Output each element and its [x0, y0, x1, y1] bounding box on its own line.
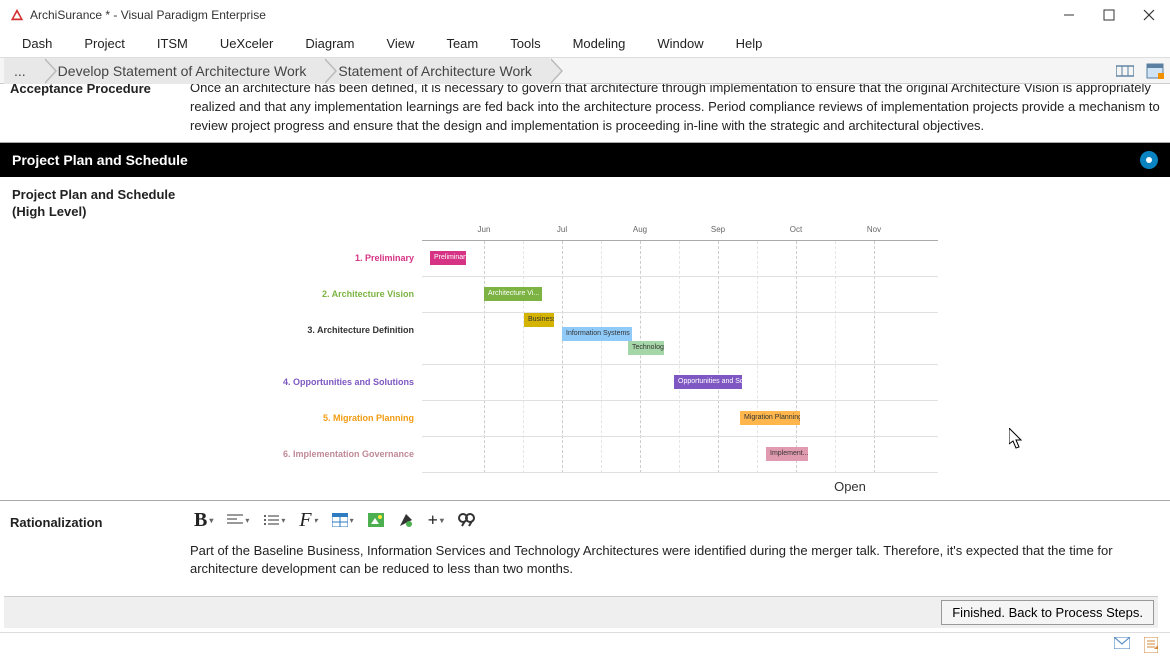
bottom-bar: Finished. Back to Process Steps. [4, 596, 1158, 628]
list-button[interactable]: ▾ [259, 511, 289, 529]
gantt-row-label: 1. Preliminary [246, 253, 414, 263]
gantt-task[interactable]: Preliminary [430, 251, 466, 265]
menu-item-window[interactable]: Window [643, 32, 717, 55]
editor-toolbar: B▾ ▾ ▾ F▾ ▾ +▾ [190, 507, 1160, 534]
menu-item-uexceler[interactable]: UeXceler [206, 32, 287, 55]
menu-item-tools[interactable]: Tools [496, 32, 554, 55]
close-button[interactable] [1138, 4, 1160, 26]
main-content: Acceptance Procedure Once an architectur… [0, 84, 1170, 626]
statusbar [0, 632, 1170, 656]
gantt-row-label: 5. Migration Planning [246, 413, 414, 423]
menu-item-itsm[interactable]: ITSM [143, 32, 202, 55]
month-label: Jun [478, 225, 491, 234]
table-button[interactable]: ▾ [328, 511, 358, 529]
gantt-row: 1. PreliminaryPreliminary [422, 241, 938, 277]
gantt-row: 5. Migration PlanningMigration Planning [422, 401, 938, 437]
gantt-row: 3. Architecture DefinitionBusinessInform… [422, 313, 938, 365]
window-title: ArchiSurance * - Visual Paradigm Enterpr… [30, 8, 1058, 22]
section-header-plan: Project Plan and Schedule [0, 143, 1170, 177]
section-header-text: Project Plan and Schedule [12, 152, 188, 168]
bold-button[interactable]: B▾ [190, 507, 217, 534]
maximize-button[interactable] [1098, 4, 1120, 26]
align-button[interactable]: ▾ [223, 511, 253, 529]
month-label: Aug [633, 225, 647, 234]
plan-title: Project Plan and Schedule [12, 187, 1158, 202]
note-icon[interactable] [1144, 637, 1160, 653]
month-label: Sep [711, 225, 725, 234]
image-button[interactable] [364, 511, 388, 529]
gantt-row-label: 2. Architecture Vision [246, 289, 414, 299]
gantt-task[interactable]: Information Systems [562, 327, 632, 341]
rationalization-row: Rationalization B▾ ▾ ▾ F▾ ▾ [0, 500, 1170, 590]
finish-button[interactable]: Finished. Back to Process Steps. [941, 600, 1154, 625]
plan-subtitle: (High Level) [12, 204, 1158, 219]
plan-section: Project Plan and Schedule (High Level) J… [0, 177, 1170, 500]
font-button[interactable]: F▾ [295, 507, 321, 534]
acceptance-label: Acceptance Procedure [10, 84, 190, 136]
shape-button[interactable] [394, 510, 418, 530]
gantt-row-label: 3. Architecture Definition [246, 325, 414, 335]
pin-icon[interactable] [1140, 151, 1158, 169]
gantt-header: Jun Jul Aug Sep Oct Nov [422, 225, 938, 241]
find-button[interactable] [454, 510, 480, 530]
gantt-row-label: 4. Opportunities and Solutions [246, 377, 414, 387]
month-label: Oct [790, 225, 802, 234]
gantt-row: 4. Opportunities and SolutionsOpportunit… [422, 365, 938, 401]
titlebar: ArchiSurance * - Visual Paradigm Enterpr… [0, 0, 1170, 30]
minimize-button[interactable] [1058, 4, 1080, 26]
rationalization-label: Rationalization [10, 507, 190, 580]
gantt-task[interactable]: Technology [628, 341, 664, 355]
open-link[interactable]: Open [542, 473, 1158, 494]
gantt-chart: Jun Jul Aug Sep Oct Nov 1. PreliminaryPrelimi… [422, 225, 938, 473]
breadcrumb-item-statement[interactable]: Statement of Architecture Work [316, 58, 550, 84]
gantt-task[interactable]: Opportunities and So... [674, 375, 742, 389]
gantt-row: 2. Architecture VisionArchitecture Vi... [422, 277, 938, 313]
acceptance-procedure-row: Acceptance Procedure Once an architectur… [0, 84, 1170, 143]
acceptance-text: Once an architecture has been defined, i… [190, 84, 1160, 136]
mail-icon[interactable] [1114, 637, 1130, 653]
gantt-row: 6. Implementation GovernanceImplement... [422, 437, 938, 473]
breadcrumb-bar: ... Develop Statement of Architecture Wo… [0, 58, 1170, 84]
breadcrumb-item-develop[interactable]: Develop Statement of Architecture Work [36, 58, 325, 84]
menu-item-diagram[interactable]: Diagram [291, 32, 368, 55]
month-label: Jul [557, 225, 567, 234]
menu-item-view[interactable]: View [372, 32, 428, 55]
menu-item-modeling[interactable]: Modeling [559, 32, 640, 55]
app-icon [10, 8, 24, 22]
window-controls [1058, 4, 1160, 26]
gantt-task[interactable]: Migration Planning [740, 411, 800, 425]
month-label: Nov [867, 225, 881, 234]
gantt-task[interactable]: Business [524, 313, 554, 327]
menu-item-team[interactable]: Team [432, 32, 492, 55]
gantt-task[interactable]: Architecture Vi... [484, 287, 542, 301]
menu-item-dash[interactable]: Dash [8, 32, 66, 55]
menubar: DashProjectITSMUeXcelerDiagramViewTeamTo… [0, 30, 1170, 58]
gantt-task[interactable]: Implement... [766, 447, 808, 461]
layout-icon[interactable] [1114, 60, 1136, 82]
gantt-row-label: 6. Implementation Governance [246, 449, 414, 459]
menu-item-project[interactable]: Project [70, 32, 138, 55]
rationalization-text: Part of the Baseline Business, Informati… [190, 542, 1160, 580]
add-button[interactable]: +▾ [424, 508, 448, 533]
menu-item-help[interactable]: Help [722, 32, 777, 55]
panel-icon[interactable] [1144, 60, 1166, 82]
